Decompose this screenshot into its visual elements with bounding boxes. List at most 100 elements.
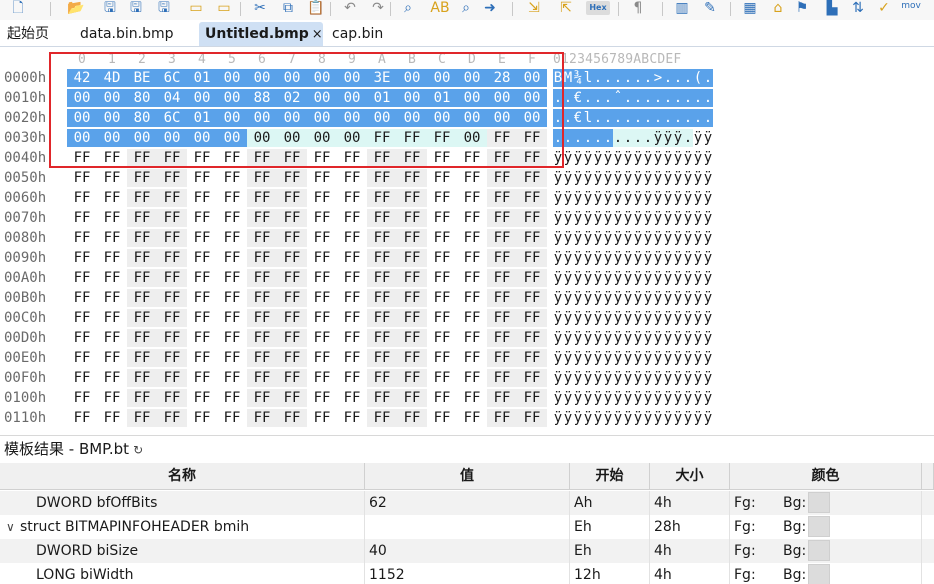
header-color[interactable]: 颜色 bbox=[730, 463, 922, 490]
import-icon[interactable]: ⇲ bbox=[524, 0, 544, 18]
hex-byte[interactable]: FF bbox=[247, 249, 277, 267]
hex-byte[interactable]: FF bbox=[67, 169, 97, 187]
hex-byte[interactable]: FF bbox=[337, 249, 367, 267]
hex-byte[interactable]: FF bbox=[157, 249, 187, 267]
hex-byte[interactable]: 00 bbox=[337, 69, 367, 87]
hex-byte[interactable]: FF bbox=[487, 149, 517, 167]
hex-byte[interactable]: FF bbox=[427, 289, 457, 307]
hex-byte[interactable]: FF bbox=[97, 349, 127, 367]
hex-byte[interactable]: FF bbox=[337, 289, 367, 307]
hex-byte[interactable]: FF bbox=[397, 409, 427, 427]
new-file-icon[interactable]: 🗋 bbox=[8, 0, 28, 18]
hex-byte[interactable]: FF bbox=[157, 409, 187, 427]
header-start[interactable]: 开始 bbox=[570, 463, 650, 490]
hex-byte[interactable]: 00 bbox=[277, 109, 307, 127]
hex-byte[interactable]: FF bbox=[517, 409, 547, 427]
hex-byte[interactable]: 00 bbox=[457, 69, 487, 87]
hex-byte[interactable]: BE bbox=[127, 69, 157, 87]
hex-byte[interactable]: FF bbox=[367, 409, 397, 427]
histogram-icon[interactable]: ▙ bbox=[822, 0, 842, 18]
hex-byte[interactable]: FF bbox=[397, 389, 427, 407]
hex-byte[interactable]: FF bbox=[157, 389, 187, 407]
hex-byte[interactable]: FF bbox=[487, 249, 517, 267]
hex-byte[interactable]: 00 bbox=[397, 69, 427, 87]
hex-byte[interactable]: 00 bbox=[67, 109, 97, 127]
hex-byte[interactable]: 01 bbox=[427, 89, 457, 107]
ascii-text[interactable]: ÿÿÿÿÿÿÿÿÿÿÿÿÿÿÿÿ bbox=[553, 369, 715, 387]
save-all-icon[interactable]: 🖫 bbox=[154, 0, 174, 18]
template-row[interactable]: LONG biWidth 1152 12h 4h Fg: Bg: bbox=[0, 563, 934, 584]
hex-byte[interactable]: FF bbox=[487, 209, 517, 227]
ascii-text[interactable]: ÿÿÿÿÿÿÿÿÿÿÿÿÿÿÿÿ bbox=[553, 409, 715, 427]
hex-byte[interactable]: FF bbox=[247, 369, 277, 387]
hex-byte[interactable]: FF bbox=[247, 349, 277, 367]
hex-byte[interactable]: FF bbox=[337, 189, 367, 207]
hex-byte[interactable]: FF bbox=[337, 329, 367, 347]
ascii-text[interactable]: ÿÿÿÿÿÿÿÿÿÿÿÿÿÿÿÿ bbox=[553, 269, 715, 287]
hex-byte[interactable]: FF bbox=[397, 249, 427, 267]
hex-byte[interactable]: FF bbox=[427, 329, 457, 347]
hex-byte[interactable]: FF bbox=[307, 309, 337, 327]
hex-byte[interactable]: FF bbox=[277, 329, 307, 347]
ascii-text[interactable]: ÿÿÿÿÿÿÿÿÿÿÿÿÿÿÿÿ bbox=[553, 309, 715, 327]
sort-icon[interactable]: ⇅ bbox=[848, 0, 868, 18]
hex-byte[interactable]: FF bbox=[397, 269, 427, 287]
hex-byte[interactable]: FF bbox=[367, 189, 397, 207]
hex-byte[interactable]: 00 bbox=[217, 69, 247, 87]
hex-byte[interactable]: FF bbox=[517, 229, 547, 247]
hex-byte[interactable]: FF bbox=[217, 289, 247, 307]
brush-icon[interactable]: ✎ bbox=[700, 0, 720, 18]
hex-byte[interactable]: FF bbox=[307, 209, 337, 227]
hex-byte[interactable]: FF bbox=[157, 269, 187, 287]
hex-byte[interactable]: FF bbox=[187, 309, 217, 327]
hex-byte[interactable]: FF bbox=[217, 329, 247, 347]
hex-byte[interactable]: 00 bbox=[427, 69, 457, 87]
hex-byte[interactable]: 80 bbox=[127, 109, 157, 127]
bookmark-icon[interactable]: ⚑ bbox=[792, 0, 812, 18]
hex-byte[interactable]: 00 bbox=[127, 129, 157, 147]
hex-byte[interactable]: FF bbox=[127, 349, 157, 367]
hex-byte[interactable]: FF bbox=[67, 289, 97, 307]
hex-byte[interactable]: FF bbox=[517, 189, 547, 207]
hex-byte[interactable]: FF bbox=[457, 389, 487, 407]
hex-byte[interactable]: FF bbox=[517, 369, 547, 387]
hex-byte[interactable]: FF bbox=[187, 289, 217, 307]
hex-byte[interactable]: 00 bbox=[277, 129, 307, 147]
hex-byte[interactable]: FF bbox=[157, 189, 187, 207]
hex-byte[interactable]: FF bbox=[247, 189, 277, 207]
home-icon[interactable]: ⌂ bbox=[768, 0, 788, 18]
ascii-text[interactable]: ..........ÿÿÿ.ÿÿ bbox=[553, 129, 715, 147]
goto-icon[interactable]: ➜ bbox=[480, 0, 500, 18]
hex-byte[interactable]: FF bbox=[307, 269, 337, 287]
hex-byte[interactable]: FF bbox=[97, 209, 127, 227]
hex-byte[interactable]: FF bbox=[307, 389, 337, 407]
hex-byte[interactable]: FF bbox=[127, 309, 157, 327]
hex-byte[interactable]: FF bbox=[457, 249, 487, 267]
hex-byte[interactable]: FF bbox=[397, 229, 427, 247]
hex-byte[interactable]: 00 bbox=[337, 129, 367, 147]
hex-byte[interactable]: FF bbox=[337, 409, 367, 427]
refresh-icon[interactable]: ↻ bbox=[133, 443, 143, 457]
hex-byte[interactable]: FF bbox=[457, 369, 487, 387]
replace-icon[interactable]: AB bbox=[430, 0, 450, 18]
hex-byte[interactable]: FF bbox=[67, 149, 97, 167]
hex-byte[interactable]: FF bbox=[367, 129, 397, 147]
hex-byte[interactable]: FF bbox=[307, 409, 337, 427]
hex-byte[interactable]: FF bbox=[337, 209, 367, 227]
hex-byte[interactable]: 00 bbox=[67, 129, 97, 147]
tab-untitled-bmp[interactable]: Untitled.bmp × bbox=[199, 22, 323, 46]
hex-byte[interactable]: FF bbox=[517, 209, 547, 227]
hex-byte[interactable]: FF bbox=[277, 209, 307, 227]
hex-byte[interactable]: FF bbox=[217, 169, 247, 187]
hex-byte[interactable]: FF bbox=[97, 149, 127, 167]
hex-byte[interactable]: 00 bbox=[307, 129, 337, 147]
hex-byte[interactable]: FF bbox=[457, 229, 487, 247]
hex-byte[interactable]: FF bbox=[307, 189, 337, 207]
hex-byte[interactable]: FF bbox=[187, 169, 217, 187]
hex-byte[interactable]: FF bbox=[247, 409, 277, 427]
hex-byte[interactable]: FF bbox=[67, 369, 97, 387]
hex-byte[interactable]: 80 bbox=[127, 89, 157, 107]
redo-icon[interactable]: ↷ bbox=[368, 0, 388, 18]
hex-byte[interactable]: FF bbox=[67, 269, 97, 287]
open-folder-icon[interactable]: 📂 bbox=[66, 0, 86, 18]
